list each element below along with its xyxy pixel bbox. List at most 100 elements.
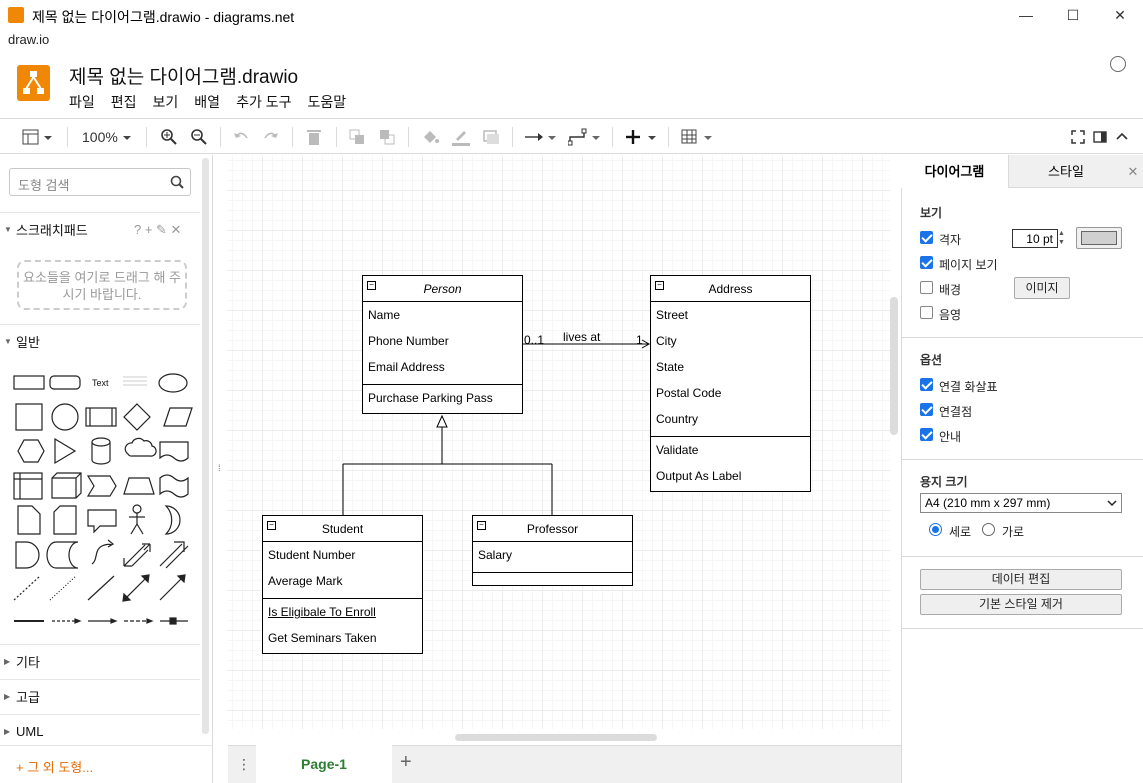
canvas-vertical-scrollbar[interactable] <box>890 297 898 435</box>
class-attribute[interactable]: Postal Code <box>651 380 810 406</box>
class-attribute[interactable]: Country <box>651 406 810 432</box>
menu-extras[interactable]: 추가 도구 <box>236 92 291 112</box>
scratchpad-actions[interactable]: ? + ✎ ✕ <box>134 222 181 238</box>
to-back-icon[interactable] <box>378 127 396 147</box>
app-menu[interactable]: draw.io <box>8 32 49 47</box>
close-panel-icon[interactable]: ✕ <box>1123 155 1143 188</box>
clear-default-style-button[interactable]: 기본 스타일 제거 <box>920 594 1122 615</box>
grid-size-stepper[interactable]: ▲ ▼ <box>1058 229 1070 248</box>
delete-icon[interactable] <box>305 127 323 147</box>
shadow-icon[interactable] <box>482 127 500 147</box>
class-attribute[interactable]: Average Mark <box>263 568 422 594</box>
redo-icon[interactable] <box>262 127 280 147</box>
grid-checkbox[interactable] <box>920 231 933 244</box>
maximize-button[interactable]: ☐ <box>1050 0 1096 30</box>
grid-color-button[interactable] <box>1076 227 1122 249</box>
scratchpad-header[interactable]: ▼ 스크래치패드 ? + ✎ ✕ <box>0 212 200 246</box>
portrait-radio[interactable] <box>929 523 942 536</box>
fill-color-icon[interactable] <box>421 127 439 147</box>
collapse-icon[interactable]: − <box>267 521 276 530</box>
zoom-value: 100% <box>82 129 118 145</box>
grid-size-input[interactable]: 10 pt <box>1012 229 1058 248</box>
class-operation[interactable]: Get Seminars Taken <box>263 625 422 651</box>
minimize-button[interactable]: — <box>1003 0 1049 30</box>
zoom-in-icon[interactable] <box>160 127 178 147</box>
sidebar-scrollbar[interactable] <box>202 158 209 734</box>
canvas-horizontal-scrollbar[interactable] <box>455 734 657 741</box>
class-operation[interactable]: Purchase Parking Pass <box>363 385 522 411</box>
note-shape <box>17 505 41 535</box>
page-tab-active[interactable]: Page-1 <box>256 745 392 783</box>
connection-arrows-checkbox[interactable] <box>920 378 933 391</box>
collapse-icon[interactable]: − <box>655 281 664 290</box>
class-address[interactable]: − Address Street City State Postal Code C… <box>650 275 811 492</box>
section-uml-header[interactable]: ▶ UML <box>0 714 200 748</box>
guides-checkbox[interactable] <box>920 428 933 441</box>
connection-style-icon[interactable] <box>524 127 558 147</box>
add-page-icon[interactable]: + <box>400 751 412 774</box>
class-operation[interactable]: Is Eligibale To Enroll <box>263 599 422 625</box>
section-advanced-header[interactable]: ▶ 고급 <box>0 679 200 713</box>
format-panel-toggle-icon[interactable] <box>1092 127 1108 147</box>
class-attribute[interactable]: Name <box>363 302 522 328</box>
edge-label[interactable]: lives at <box>563 330 600 344</box>
caret-down-icon: ▼ <box>4 225 12 234</box>
scratchpad-drop-zone[interactable]: 요소들을 여기로 드래그 해 주시기 바랍니다. <box>17 260 187 310</box>
class-attribute[interactable]: Street <box>651 302 810 328</box>
edge-target-multiplicity[interactable]: 1 <box>636 333 643 347</box>
table-icon[interactable] <box>680 127 714 147</box>
line-color-icon[interactable] <box>451 127 471 147</box>
landscape-radio[interactable] <box>982 523 995 536</box>
collapse-toolbar-icon[interactable] <box>1114 127 1130 147</box>
menu-file[interactable]: 파일 <box>69 92 95 112</box>
pages-menu-icon[interactable]: ⋮ <box>237 756 251 773</box>
document-title[interactable]: 제목 없는 다이어그램.drawio <box>69 62 298 89</box>
paper-size-select[interactable]: A4 (210 mm x 297 mm) <box>920 493 1122 513</box>
class-attribute[interactable]: Phone Number <box>363 328 522 354</box>
class-professor[interactable]: − Professor Salary <box>472 515 633 586</box>
insert-plus-icon[interactable] <box>624 127 658 147</box>
class-attribute[interactable]: City <box>651 328 810 354</box>
collapse-icon[interactable]: − <box>477 521 486 530</box>
class-attribute[interactable]: Email Address <box>363 354 522 380</box>
background-image-button[interactable]: 이미지 <box>1014 277 1070 299</box>
class-attribute[interactable]: Student Number <box>263 542 422 568</box>
class-person[interactable]: − Person Name Phone Number Email Address … <box>362 275 523 414</box>
view-panels-button[interactable] <box>22 127 56 147</box>
class-attribute[interactable]: Salary <box>473 542 632 568</box>
menu-view[interactable]: 보기 <box>153 92 179 112</box>
document-shape <box>159 441 189 462</box>
sidebar-splitter[interactable]: ⁞ <box>218 463 221 473</box>
close-window-button[interactable]: ✕ <box>1097 0 1143 30</box>
class-attribute[interactable]: State <box>651 354 810 380</box>
more-shapes-button[interactable]: + 그 외 도형... <box>0 745 212 783</box>
class-student[interactable]: − Student Student Number Average Mark Is … <box>262 515 423 654</box>
shape-search-input[interactable]: 도형 검색 <box>9 168 191 196</box>
language-globe-icon[interactable] <box>1110 56 1126 72</box>
class-operation[interactable]: Validate <box>651 437 810 463</box>
to-front-icon[interactable] <box>348 127 366 147</box>
shadow-checkbox[interactable] <box>920 306 933 319</box>
waypoints-icon[interactable] <box>568 127 602 147</box>
search-icon[interactable] <box>170 175 184 189</box>
class-operation[interactable]: Output As Label <box>651 463 810 489</box>
edit-data-button[interactable]: 데이터 편집 <box>920 569 1122 590</box>
connection-points-checkbox[interactable] <box>920 403 933 416</box>
zoom-out-icon[interactable] <box>190 127 208 147</box>
menu-arrange[interactable]: 배열 <box>194 92 220 112</box>
background-checkbox[interactable] <box>920 281 933 294</box>
edge-source-multiplicity[interactable]: 0..1 <box>524 333 544 347</box>
section-other-header[interactable]: ▶ 기타 <box>0 644 200 678</box>
zoom-dropdown[interactable]: 100% <box>82 127 136 147</box>
menu-edit[interactable]: 편집 <box>111 92 137 112</box>
general-section-header[interactable]: ▼ 일반 <box>0 324 200 358</box>
fullscreen-icon[interactable] <box>1070 127 1086 147</box>
menu-help[interactable]: 도움말 <box>307 92 346 112</box>
class-header: − Person <box>363 276 522 302</box>
text-shape: Text <box>92 378 109 388</box>
page-view-checkbox[interactable] <box>920 256 933 269</box>
tab-diagram[interactable]: 다이어그램 <box>901 155 1008 188</box>
undo-icon[interactable] <box>232 127 250 147</box>
tab-style[interactable]: 스타일 <box>1008 155 1123 188</box>
collapse-icon[interactable]: − <box>367 281 376 290</box>
